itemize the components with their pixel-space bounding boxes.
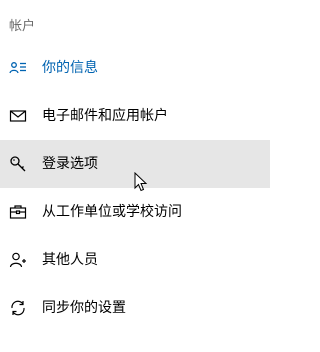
person-add-icon bbox=[9, 251, 27, 269]
nav-item-label: 你的信息 bbox=[42, 60, 98, 76]
briefcase-icon bbox=[9, 203, 27, 221]
nav-item-label: 电子邮件和应用帐户 bbox=[42, 108, 168, 124]
section-title: 帐户 bbox=[9, 19, 36, 34]
accounts-settings-panel: 帐户 你的信息 电子邮件和应用帐户 登录选项 从工作单位或学校访问 其他人员 同… bbox=[0, 0, 270, 352]
nav-item-work-school-access[interactable]: 从工作单位或学校访问 bbox=[0, 188, 270, 236]
nav-item-label: 同步你的设置 bbox=[42, 300, 126, 316]
mail-icon bbox=[9, 107, 27, 125]
nav-item-label: 从工作单位或学校访问 bbox=[42, 204, 182, 220]
nav-item-label: 其他人员 bbox=[42, 252, 98, 268]
nav-item-other-people[interactable]: 其他人员 bbox=[0, 236, 270, 284]
key-icon bbox=[9, 155, 27, 173]
nav-item-sync-settings[interactable]: 同步你的设置 bbox=[0, 284, 270, 332]
sync-icon bbox=[9, 299, 27, 317]
person-list-icon bbox=[9, 59, 27, 77]
mouse-pointer-icon bbox=[134, 171, 148, 192]
nav-item-your-info[interactable]: 你的信息 bbox=[0, 44, 270, 92]
nav-item-label: 登录选项 bbox=[42, 156, 98, 172]
nav-item-email-accounts[interactable]: 电子邮件和应用帐户 bbox=[0, 92, 270, 140]
